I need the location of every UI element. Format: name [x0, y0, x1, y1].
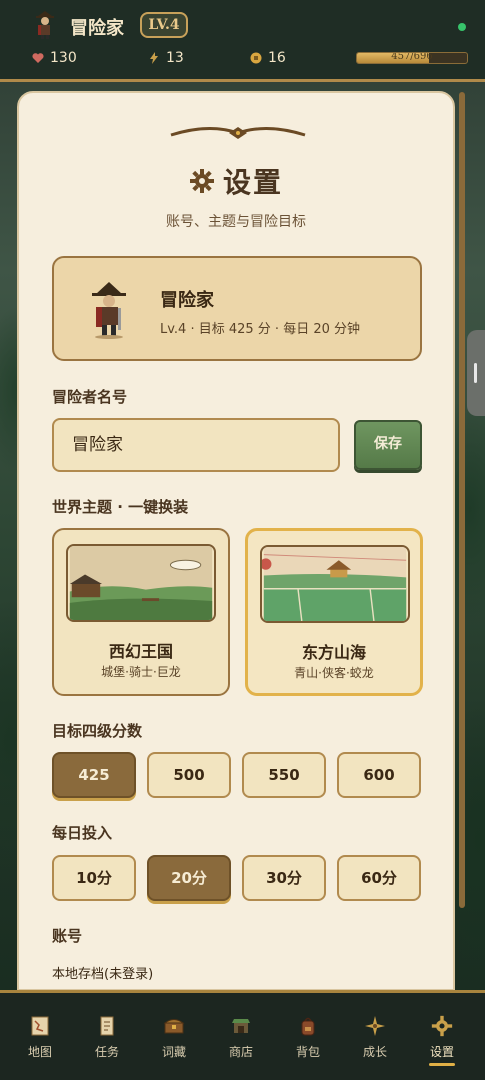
daily-option-20[interactable]: 20分 — [147, 855, 231, 901]
energy-stat: 13 — [148, 50, 184, 66]
nav-label-shop: 商店 — [228, 1045, 253, 1059]
account-section-label: 账号 — [52, 927, 83, 945]
save-name-button[interactable]: 保存 — [354, 420, 422, 470]
profile-name: 冒险家 — [160, 290, 214, 311]
xp-label: 457/696 — [391, 52, 433, 62]
lightning-icon — [150, 52, 158, 64]
backpack-icon — [301, 1017, 315, 1036]
gear-icon — [190, 169, 214, 193]
nav-item-settings[interactable]: 设置 — [409, 1005, 475, 1075]
theme-desc-western: 城堡·骑士·巨龙 — [101, 665, 181, 679]
profile-card: 冒险家 Lv.4 · 目标 425 分 · 每日 20 分钟 — [52, 256, 422, 361]
theme-card-western[interactable]: 西幻王国 城堡·骑士·巨龙 — [52, 528, 230, 696]
shop-stall-icon — [232, 1019, 250, 1033]
scrollbar-thumb[interactable] — [459, 92, 465, 908]
level-badge: LV.4 — [140, 12, 188, 38]
online-status-dot — [458, 23, 466, 31]
coins-stat: 16 — [250, 50, 286, 66]
theme-section-label: 世界主题 · 一键换装 — [52, 498, 189, 516]
map-icon — [31, 1016, 49, 1036]
eastern-fields-icon — [260, 545, 410, 623]
settings-panel: 设置 账号、主题与冒险目标 冒险家 Lv.4 · 目标 425 分 · 每日 2… — [17, 91, 455, 991]
nav-label-vocab: 词藏 — [161, 1045, 186, 1059]
nav-label-growth: 成长 — [362, 1045, 387, 1059]
heart-icon — [32, 53, 44, 63]
side-drawer-handle[interactable] — [467, 330, 485, 416]
hearts-value: 130 — [50, 50, 77, 66]
nav-item-map[interactable]: 地图 — [7, 1005, 73, 1075]
bottom-navigation: 地图 任务 词藏 商店 背包 成长 设置 — [0, 990, 485, 1080]
nav-item-backpack[interactable]: 背包 — [275, 1005, 341, 1075]
energy-value: 13 — [166, 50, 184, 66]
hearts-stat: 130 — [32, 50, 77, 66]
nav-item-quests[interactable]: 任务 — [74, 1005, 140, 1075]
page-title: 设置 — [189, 161, 283, 201]
daily-section-label: 每日投入 — [52, 824, 113, 842]
account-status: 本地存档(未登录) — [52, 967, 154, 982]
page-title-text: 设置 — [223, 166, 284, 199]
theme-desc-eastern: 青山·侠客·蛟龙 — [294, 666, 374, 680]
header-ornament-icon — [170, 126, 306, 139]
daily-option-60[interactable]: 60分 — [337, 855, 421, 901]
theme-card-eastern[interactable]: 东方山海 青山·侠客·蛟龙 — [245, 528, 423, 696]
nav-label-map: 地图 — [27, 1045, 52, 1059]
nav-label-backpack: 背包 — [295, 1045, 320, 1059]
coins-value: 16 — [268, 50, 286, 66]
quest-scroll-icon — [100, 1016, 114, 1036]
daily-option-30[interactable]: 30分 — [242, 855, 326, 901]
castle-landscape-icon — [66, 544, 216, 622]
page-subtitle: 账号、主题与冒险目标 — [166, 214, 306, 230]
xp-progress-bar: 457/696 — [356, 52, 468, 64]
target-option-550[interactable]: 550 — [242, 752, 326, 798]
target-option-500[interactable]: 500 — [147, 752, 231, 798]
adventurer-portrait-icon — [92, 282, 126, 339]
growth-compass-icon — [365, 1016, 385, 1036]
player-name: 冒险家 — [70, 18, 124, 39]
treasure-chest-icon — [163, 1019, 185, 1034]
coin-icon — [250, 52, 262, 64]
theme-name-eastern: 东方山海 — [301, 643, 366, 662]
nav-item-growth[interactable]: 成长 — [342, 1005, 408, 1075]
nav-item-shop[interactable]: 商店 — [208, 1005, 274, 1075]
profile-meta: Lv.4 · 目标 425 分 · 每日 20 分钟 — [160, 322, 361, 337]
name-section-label: 冒险者名号 — [52, 388, 128, 406]
adventurer-avatar-icon[interactable] — [34, 10, 56, 40]
target-option-600[interactable]: 600 — [337, 752, 421, 798]
nav-label-quests: 任务 — [94, 1045, 119, 1059]
daily-option-10[interactable]: 10分 — [52, 855, 136, 901]
gear-icon — [431, 1015, 453, 1037]
target-option-425[interactable]: 425 — [52, 752, 136, 798]
nav-item-vocab[interactable]: 词藏 — [141, 1005, 207, 1075]
adventurer-name-input[interactable]: 冒险家 — [52, 418, 340, 472]
target-section-label: 目标四级分数 — [52, 722, 143, 740]
theme-name-western: 西幻王国 — [108, 642, 173, 661]
top-status-bar: 冒险家 LV.4 130 13 16 457/696 — [0, 0, 485, 82]
nav-label-settings: 设置 — [429, 1045, 454, 1059]
